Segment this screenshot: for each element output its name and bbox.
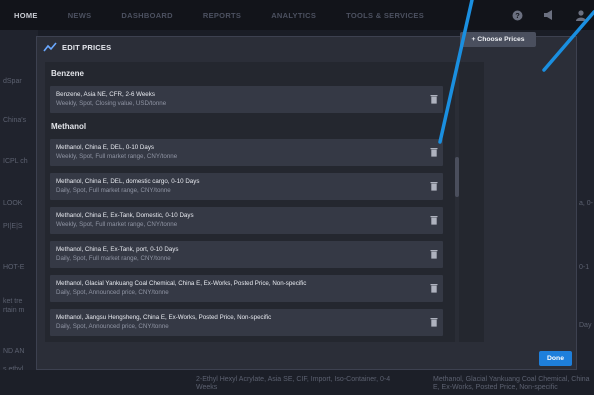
nav-tools-services[interactable]: TOOLS & SERVICES bbox=[346, 11, 424, 20]
top-navigation-bar: HOME NEWS DASHBOARD REPORTS ANALYTICS TO… bbox=[0, 0, 594, 30]
bg-text: PI|E|S bbox=[3, 223, 23, 230]
bg-text: a, 0- bbox=[579, 200, 594, 207]
main-nav: HOME NEWS DASHBOARD REPORTS ANALYTICS TO… bbox=[0, 0, 454, 30]
bg-text: dSpar bbox=[3, 78, 22, 85]
nav-dashboard[interactable]: DASHBOARD bbox=[121, 11, 172, 20]
trash-icon[interactable] bbox=[430, 249, 438, 259]
price-item-title: Benzene, Asia NE, CFR, 2-6 Weeks bbox=[56, 91, 155, 98]
price-item-title: Methanol, China E, Ex-Tank, Domestic, 0-… bbox=[56, 212, 194, 219]
price-item[interactable]: Methanol, China E, DEL, 0-10 Days Weekly… bbox=[50, 139, 443, 166]
bg-text: ket tre bbox=[3, 298, 23, 305]
price-item[interactable]: Methanol, Glacial Yankuang Coal Chemical… bbox=[50, 275, 443, 302]
bg-text: LOOK bbox=[3, 200, 23, 207]
trash-icon[interactable] bbox=[430, 283, 438, 293]
bg-text: 0-1 bbox=[579, 264, 590, 271]
user-icon[interactable] bbox=[574, 8, 588, 22]
background-right-column: a, 0- 0-1 Day bbox=[577, 30, 594, 395]
bg-text: ND AN bbox=[3, 348, 25, 355]
price-item[interactable]: Methanol, China E, Ex-Tank, port, 0-10 D… bbox=[50, 241, 443, 268]
choose-prices-button[interactable]: + Choose Prices bbox=[460, 32, 536, 47]
price-item-title: Methanol, Glacial Yankuang Coal Chemical… bbox=[56, 280, 307, 287]
section-heading-methanol: Methanol bbox=[51, 122, 87, 131]
modal-title: EDIT PRICES bbox=[62, 42, 112, 52]
selected-prices-list[interactable]: Benzene Benzene, Asia NE, CFR, 2-6 Weeks… bbox=[45, 62, 484, 342]
price-item-subtitle: Daily, Spot, Announced price, CNY/tonne bbox=[56, 323, 169, 330]
bg-text: ICPL ch bbox=[3, 158, 28, 165]
list-scrollbar-track[interactable] bbox=[455, 62, 459, 342]
trash-icon[interactable] bbox=[430, 147, 438, 157]
price-item[interactable]: Methanol, China E, Ex-Tank, Domestic, 0-… bbox=[50, 207, 443, 234]
trash-icon[interactable] bbox=[430, 181, 438, 191]
trash-icon[interactable] bbox=[430, 94, 438, 104]
help-icon[interactable]: ? bbox=[510, 8, 524, 22]
section-heading-benzene: Benzene bbox=[51, 69, 84, 78]
bg-text: HOT-E bbox=[3, 264, 25, 271]
megaphone-icon[interactable] bbox=[542, 8, 556, 22]
price-item-title: Methanol, China E, Ex-Tank, port, 0-10 D… bbox=[56, 246, 179, 253]
svg-text:?: ? bbox=[515, 11, 520, 20]
bg-text: rtain m bbox=[3, 307, 25, 314]
line-chart-icon bbox=[43, 42, 57, 52]
nav-home[interactable]: HOME bbox=[14, 11, 38, 20]
bg-text: Day bbox=[579, 322, 592, 329]
done-button[interactable]: Done bbox=[539, 351, 572, 366]
price-item-subtitle: Weekly, Spot, Full market range, CNY/ton… bbox=[56, 153, 178, 160]
trash-icon[interactable] bbox=[430, 215, 438, 225]
bg-bottom-center-text: 2-Ethyl Hexyl Acrylate, Asia SE, CIF, Im… bbox=[196, 376, 391, 391]
price-item-title: Methanol, Jiangsu Hengsheng, China E, Ex… bbox=[56, 314, 272, 321]
price-item[interactable]: Methanol, China E, DEL, domestic cargo, … bbox=[50, 173, 443, 200]
nav-reports[interactable]: REPORTS bbox=[203, 11, 241, 20]
price-item-subtitle: Daily, Spot, Full market range, CNY/tonn… bbox=[56, 255, 171, 262]
background-bottom-strip: 2-Ethyl Hexyl Acrylate, Asia SE, CIF, Im… bbox=[0, 370, 594, 395]
background-left-column: dSpar China's ICPL ch LOOK PI|E|S HOT-E … bbox=[0, 30, 38, 395]
trash-icon[interactable] bbox=[430, 317, 438, 327]
price-item[interactable]: Benzene, Asia NE, CFR, 2-6 Weeks Weekly,… bbox=[50, 86, 443, 113]
nav-news[interactable]: NEWS bbox=[68, 11, 92, 20]
nav-analytics[interactable]: ANALYTICS bbox=[271, 11, 316, 20]
edit-prices-modal: EDIT PRICES Benzene Benzene, Asia NE, CF… bbox=[36, 36, 577, 370]
price-item-subtitle: Weekly, Spot, Full market range, CNY/ton… bbox=[56, 221, 178, 228]
price-item-subtitle: Daily, Spot, Full market range, CNY/tonn… bbox=[56, 187, 171, 194]
price-item[interactable]: Methanol, Jiangsu Hengsheng, China E, Ex… bbox=[50, 309, 443, 336]
price-item-title: Methanol, China E, DEL, domestic cargo, … bbox=[56, 178, 200, 185]
price-item-subtitle: Daily, Spot, Announced price, CNY/tonne bbox=[56, 289, 169, 296]
list-scrollbar-thumb[interactable] bbox=[455, 157, 459, 197]
bg-bottom-right-text: Methanol, Glacial Yankuang Coal Chemical… bbox=[433, 376, 590, 391]
bg-text: China's bbox=[3, 117, 27, 124]
price-item-title: Methanol, China E, DEL, 0-10 Days bbox=[56, 144, 155, 151]
price-item-subtitle: Weekly, Spot, Closing value, USD/tonne bbox=[56, 100, 167, 107]
